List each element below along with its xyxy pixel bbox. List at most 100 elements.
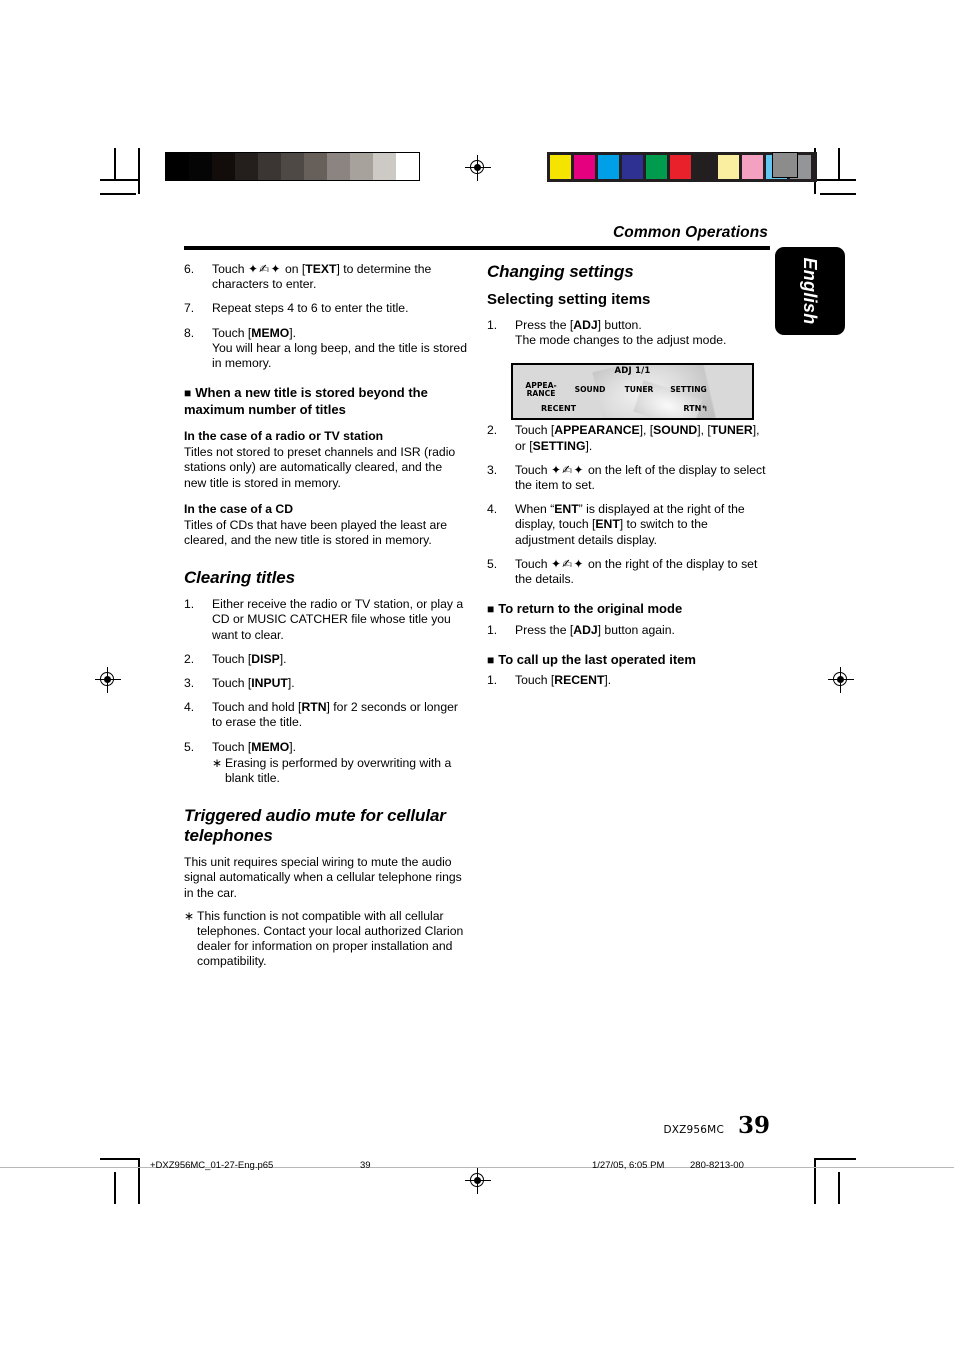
step-subtext: You will hear a long beep, and the title… [212,340,467,371]
crop-mark-tl-v [138,148,140,194]
step-note-text: Erasing is performed by overwriting with… [225,755,452,786]
note-text: This function is not compatible with all… [197,908,464,969]
note-triggered-mute: ∗ This function is not compatible with al… [184,909,467,970]
language-tab: English [775,247,845,335]
paragraph-triggered-mute: This unit requires special wiring to mut… [184,855,462,900]
step-number: 3. [487,462,498,477]
step-number: 7. [184,301,195,316]
lcd-button-appearance-label: APPEA- RANCE [525,380,557,398]
step-number: 3. [184,676,195,691]
subheading-radio-case: In the case of a radio or TV station [184,429,384,444]
lcd-rtn-button[interactable]: RTN↰ [683,404,708,413]
continued-steps-list: 6. Touch ✦✍✦ on [TEXT] to determine the … [184,262,467,371]
lcd-button-row: APPEA- RANCE SOUND TUNER SETTING [517,378,748,402]
recall-steps-list: 1. Touch [RECENT]. [487,673,770,688]
updown-select-glyph: ✦✍✦ [550,462,585,477]
updown-select-glyph: ✦✍✦ [247,262,282,276]
step-text: Touch [MEMO]. [212,739,296,754]
list-item: 5. Touch ✦✍✦ on the right of the display… [487,557,770,587]
step-note: ∗ Erasing is performed by overwriting wit… [212,756,467,786]
list-item: 2. Touch [APPEARANCE], [SOUND], [TUNER],… [487,423,770,453]
step-text: Touch [DISP]. [212,651,287,666]
lcd-button-tuner-label: TUNER [624,384,654,394]
step-number: 1. [184,597,195,612]
updown-select-glyph: ✦✍✦ [550,556,585,571]
list-item: 1. Either receive the radio or TV statio… [184,597,467,643]
gray-patch [281,153,304,180]
gray-patch [304,153,327,180]
step-text: Touch [MEMO]. [212,325,296,340]
lcd-display-illustration: ADJ 1/1 APPEA-RANCE SOUND TUNER SETTING [511,363,754,420]
list-item: 3. Touch [INPUT]. [184,676,467,691]
gray-reference-square [772,152,798,178]
step-text: Touch ✦✍✦ on [TEXT] to determine the cha… [212,262,432,292]
lcd-recent-button[interactable]: RECENT [541,404,576,413]
list-item: 8. Touch [MEMO]. You will hear a long be… [184,326,467,372]
model-name: DXZ956MC [663,1124,724,1136]
gray-patch [166,153,189,180]
gray-patch [212,153,235,180]
lcd-button-tuner[interactable]: TUNER [618,378,660,402]
block-heading-text: To return to the original mode [498,601,683,617]
step-number: 1. [487,318,498,332]
black-square-bullet-icon: ■ [184,386,192,401]
language-tab-label: English [800,257,821,325]
step-subtext: The mode changes to the adjust mode. [515,333,727,348]
black-square-bullet-icon: ■ [487,652,495,667]
print-page-number: 39 [360,1160,371,1171]
step-number: 4. [487,502,498,517]
setting-steps-list: 2. Touch [APPEARANCE], [SOUND], [TUNER],… [487,423,770,587]
color-patch-black [694,155,715,179]
list-item: 2. Touch [DISP]. [184,652,467,667]
list-item: 6. Touch ✦✍✦ on [TEXT] to determine the … [184,262,467,292]
lcd-rtn-label: RTN [683,404,702,413]
color-patch-magenta [574,155,595,179]
list-item: 1. Touch [RECENT]. [487,673,770,688]
step-number: 2. [184,651,195,666]
list-item: 5. Touch [MEMO]. ∗ Erasing is performed b… [184,740,467,787]
print-document-code: 280-8213-00 [690,1160,744,1171]
lcd-button-setting-label: SETTING [670,384,707,394]
asterisk-icon: ∗ [212,755,223,770]
registration-target-left [95,667,121,693]
crop-mark-tl-h [100,179,140,181]
step-text: When “ENT” is displayed at the right of … [515,502,745,547]
crop-mark-tl-v2 [114,148,116,180]
page-header-title: Common Operations [613,224,768,241]
crop-mark-tr-h [816,179,856,181]
gray-patch [258,153,281,180]
lcd-button-appearance[interactable]: APPEA- RANCE [520,378,562,402]
lcd-mode-label: ADJ 1/1 [614,366,651,376]
step-text: Press the [ADJ] button again. [515,622,675,637]
list-item: 4. Touch and hold [RTN] for 2 seconds or… [184,700,467,730]
left-column: 6. Touch ✦✍✦ on [TEXT] to determine the … [184,262,467,970]
step-text: Press the [ADJ] button. [515,318,642,332]
paragraph-radio-case: Titles not stored to preset channels and… [184,445,456,490]
return-arrow-icon: ↰ [701,404,708,413]
step-text: Touch ✦✍✦ on the right of the display to… [515,556,758,587]
lcd-button-sound[interactable]: SOUND [568,378,612,402]
step-number: 4. [184,700,195,715]
lcd-button-blank-1[interactable] [717,378,752,402]
print-metadata-footer: +DXZ956MC_01-27-Eng.p65 39 1/27/05, 6:05… [0,1160,954,1182]
gray-patch [189,153,212,180]
header-rule [184,246,770,250]
list-item: 4. When “ENT” is displayed at the right … [487,502,770,548]
lcd-bottom-row: RECENT RTN↰ [517,404,748,416]
right-column: Changing settings Selecting setting item… [487,262,770,698]
step-text: Touch [INPUT]. [212,676,295,691]
step-text: Touch [RECENT]. [515,673,612,688]
gray-patch [327,153,350,180]
color-patch-blue [622,155,643,179]
clearing-titles-steps: 1. Either receive the radio or TV statio… [184,597,467,786]
gray-patch [373,153,396,180]
registration-target-top [465,155,491,181]
section-heading-clearing-titles: Clearing titles [184,568,295,588]
grayscale-calibration-bar [165,152,420,181]
block-heading-return-original-mode: ■ To return to the original mode [487,601,770,618]
lcd-button-setting[interactable]: SETTING [666,378,711,402]
gray-patch [235,153,258,180]
lcd-button-sound-label: SOUND [574,384,606,394]
crop-mark-tl-h2 [100,193,136,195]
section-heading-triggered-mute: Triggered audio mute for cellular teleph… [184,806,446,846]
